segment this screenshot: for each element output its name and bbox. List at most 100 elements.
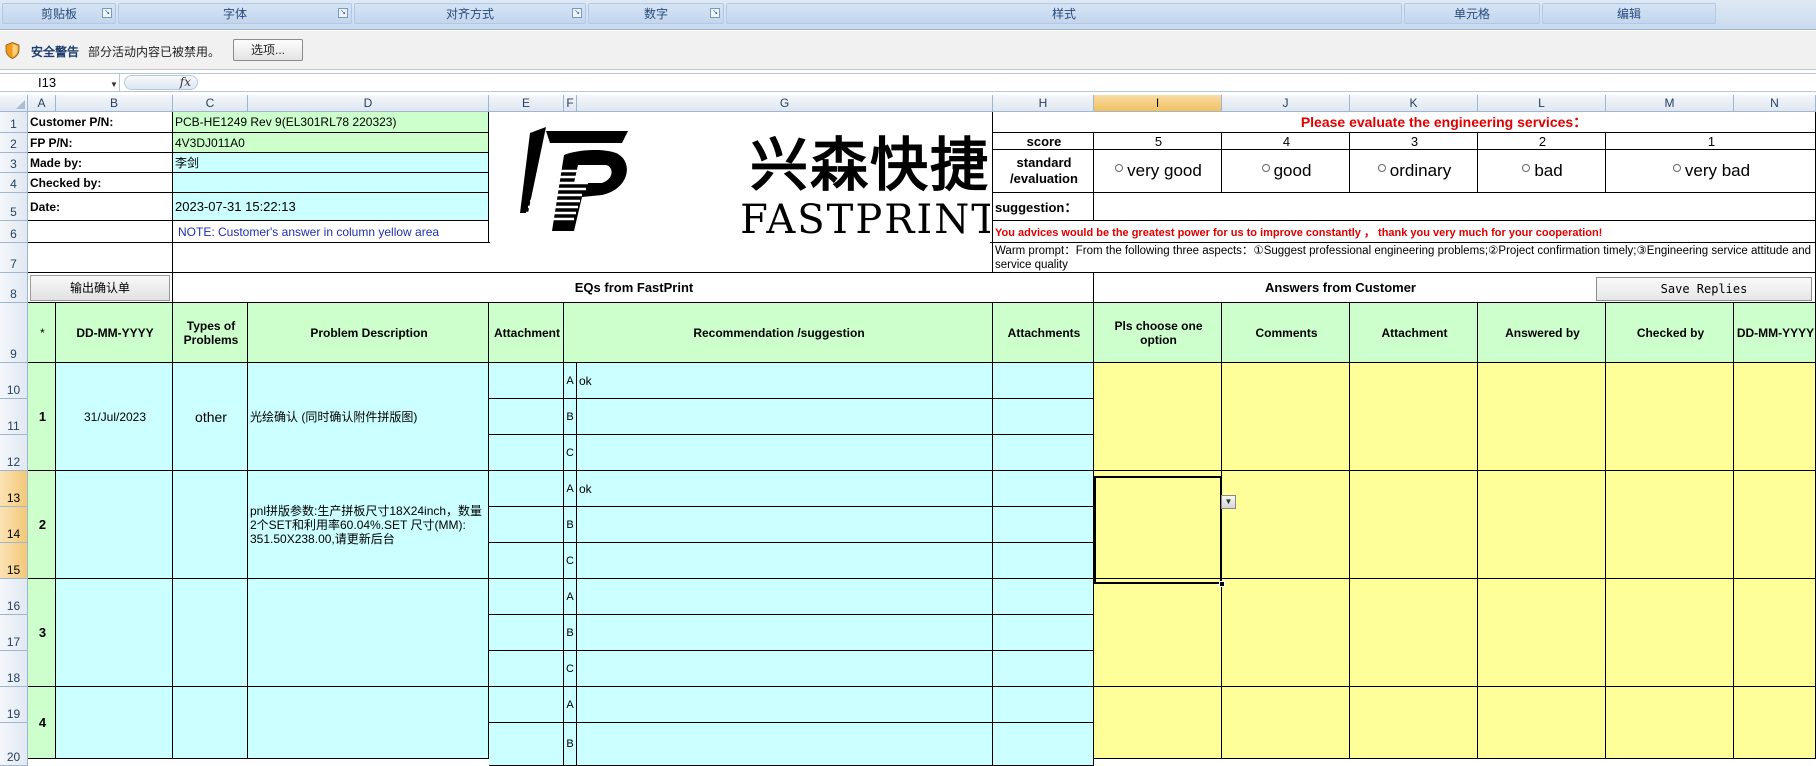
row-header-16[interactable]: 16 (0, 579, 28, 615)
eq-attachments-cell[interactable] (993, 651, 1094, 687)
column-header-d[interactable]: D (248, 95, 489, 112)
eq-attachments-cell[interactable] (993, 507, 1094, 543)
row-header-2[interactable]: 2 (0, 133, 28, 153)
eq-attachment-cell[interactable] (489, 687, 564, 723)
row-header-5[interactable]: 5 (0, 193, 28, 221)
eq-date[interactable] (56, 579, 173, 687)
answer-attachment-cell[interactable] (1350, 687, 1478, 759)
export-confirmation-button[interactable]: 输出确认单 (30, 275, 170, 301)
eq-attachment-cell[interactable] (489, 723, 564, 766)
dialog-launcher-icon[interactable]: ↘ (338, 8, 348, 18)
choose-option-cell[interactable] (1094, 579, 1222, 687)
dialog-launcher-icon[interactable]: ↘ (572, 8, 582, 18)
option-text[interactable] (577, 543, 993, 579)
checked-by-value[interactable] (173, 173, 489, 193)
eq-attachments-cell[interactable] (993, 579, 1094, 615)
checked-by-cell[interactable] (1606, 363, 1734, 471)
date-value[interactable]: 2023-07-31 15:22:13 (173, 193, 489, 221)
select-all-corner[interactable] (0, 95, 28, 112)
choose-option-cell[interactable] (1094, 687, 1222, 759)
name-box[interactable]: I13 ▼ (0, 74, 120, 91)
eq-attachment-cell[interactable] (489, 579, 564, 615)
row-header-9[interactable]: 9 (0, 303, 28, 363)
dialog-launcher-icon[interactable]: ↘ (102, 8, 112, 18)
eq-attachment-cell[interactable] (489, 471, 564, 507)
ribbon-group-cells[interactable]: 单元格 (1404, 3, 1540, 24)
answered-by-cell[interactable] (1478, 687, 1606, 759)
insert-function-button[interactable]: fx (124, 75, 198, 90)
choose-option-cell[interactable] (1094, 471, 1222, 579)
row-header-14[interactable]: 14 (0, 507, 28, 543)
option-text[interactable] (577, 579, 993, 615)
option-text[interactable] (577, 435, 993, 471)
answer-attachment-cell[interactable] (1350, 579, 1478, 687)
column-header-e[interactable]: E (489, 95, 564, 112)
radio-button-icon[interactable] (1377, 164, 1386, 172)
eq-type[interactable]: other (173, 363, 248, 471)
dropdown-chevron-down-icon[interactable]: ▼ (1221, 495, 1236, 509)
comments-cell[interactable] (1222, 363, 1350, 471)
column-header-g[interactable]: G (577, 95, 993, 112)
row-header-18[interactable]: 18 (0, 651, 28, 687)
column-header-l[interactable]: L (1478, 95, 1606, 112)
answer-date-cell[interactable] (1734, 579, 1816, 687)
row-header-13[interactable]: 13 (0, 471, 28, 507)
radio-very-bad[interactable]: very bad (1606, 150, 1816, 193)
fill-handle[interactable] (1219, 581, 1225, 587)
eq-attachment-cell[interactable] (489, 363, 564, 399)
eq-attachments-cell[interactable] (993, 615, 1094, 651)
answered-by-cell[interactable] (1478, 363, 1606, 471)
row-header-11[interactable]: 11 (0, 399, 28, 435)
column-header-b[interactable]: B (56, 95, 173, 112)
checked-by-cell[interactable] (1606, 579, 1734, 687)
option-text[interactable]: ok (577, 363, 993, 399)
row-header-17[interactable]: 17 (0, 615, 28, 651)
ribbon-group-styles[interactable]: 样式 (726, 3, 1402, 24)
eq-date[interactable] (56, 471, 173, 579)
ribbon-group-editing[interactable]: 编辑 (1542, 3, 1716, 24)
checked-by-cell[interactable] (1606, 471, 1734, 579)
radio-good[interactable]: good (1222, 150, 1350, 193)
answered-by-cell[interactable] (1478, 471, 1606, 579)
ribbon-group-alignment[interactable]: 对齐方式 ↘ (354, 3, 586, 24)
empty-cell[interactable] (28, 243, 173, 273)
fp-pn-value[interactable]: 4V3DJ011A0 (173, 133, 489, 153)
eq-attachments-cell[interactable] (993, 399, 1094, 435)
choose-option-cell[interactable] (1094, 363, 1222, 471)
comments-cell[interactable] (1222, 579, 1350, 687)
radio-button-icon[interactable] (1522, 164, 1531, 172)
row-header-1[interactable]: 1 (0, 112, 28, 133)
eq-attachments-cell[interactable] (993, 723, 1094, 766)
answer-attachment-cell[interactable] (1350, 471, 1478, 579)
eq-description[interactable] (248, 579, 489, 687)
column-header-c[interactable]: C (173, 95, 248, 112)
save-replies-button[interactable]: Save Replies (1596, 277, 1812, 301)
radio-button-icon[interactable] (1672, 164, 1681, 172)
row-header-8[interactable]: 8 (0, 273, 28, 303)
ribbon-group-clipboard[interactable]: 剪贴板 ↘ (2, 3, 116, 24)
option-text[interactable] (577, 615, 993, 651)
radio-bad[interactable]: bad (1478, 150, 1606, 193)
column-header-k[interactable]: K (1350, 95, 1478, 112)
eq-attachments-cell[interactable] (993, 363, 1094, 399)
chevron-down-icon[interactable]: ▼ (110, 76, 118, 93)
suggestion-input[interactable] (1094, 193, 1816, 221)
eq-type[interactable] (173, 471, 248, 579)
radio-very-good[interactable]: very good (1094, 150, 1222, 193)
row-header-10[interactable]: 10 (0, 363, 28, 399)
answer-date-cell[interactable] (1734, 363, 1816, 471)
dialog-launcher-icon[interactable]: ↘ (710, 8, 720, 18)
row-header-4[interactable]: 4 (0, 173, 28, 193)
row-header-3[interactable]: 3 (0, 153, 28, 173)
option-text[interactable]: ok (577, 471, 993, 507)
row-header-20[interactable]: 20 (0, 723, 28, 766)
column-header-h[interactable]: H (993, 95, 1094, 112)
eq-attachments-cell[interactable] (993, 435, 1094, 471)
row-header-15[interactable]: 15 (0, 543, 28, 579)
eq-attachment-cell[interactable] (489, 615, 564, 651)
eq-type[interactable] (173, 687, 248, 759)
eq-description[interactable]: pnl拼版参数:生产拼板尺寸18X24inch，数量2个SET和利用率60.04… (248, 471, 489, 579)
row-header-12[interactable]: 12 (0, 435, 28, 471)
row-header-19[interactable]: 19 (0, 687, 28, 723)
comments-cell[interactable] (1222, 471, 1350, 579)
